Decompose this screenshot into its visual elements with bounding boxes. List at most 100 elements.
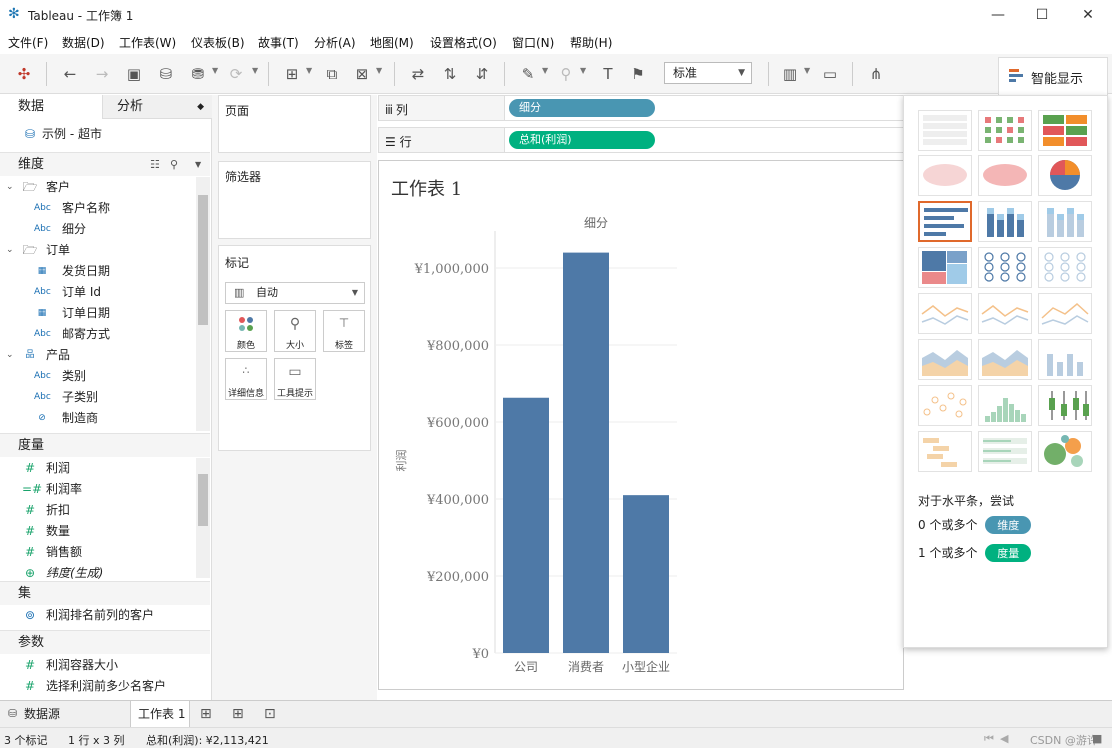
refresh-icon[interactable]: ⟳ [224,63,248,85]
redo-icon[interactable]: → [90,63,114,85]
show-me-side-by-side-circles-icon[interactable] [1038,247,1092,288]
menu-dashboard[interactable]: 仪表板(B) [191,34,245,51]
show-me-highlight-table-icon[interactable] [1038,110,1092,151]
menu-worksheet[interactable]: 工作表(W) [119,34,176,51]
color-button[interactable]: 颜色 [225,310,267,352]
group-members-icon[interactable]: ⚲ [554,63,578,85]
expand-icon[interactable]: ⌄ [6,345,14,366]
measure-field[interactable]: # 利润 [0,458,194,479]
measures-scrollbar[interactable] [196,458,210,578]
new-story-icon[interactable]: ⊡ [264,701,276,728]
show-me-area-continuous-icon[interactable] [918,339,972,380]
show-me-box-whisker-icon[interactable] [1038,385,1092,426]
presentation-mode-icon[interactable]: ▭ [818,63,842,85]
dimension-field[interactable]: Abc 订单 Id [0,282,194,303]
tooltip-button[interactable]: ▭ 工具提示 [274,358,316,400]
menu-story[interactable]: 故事(T) [258,34,299,51]
pause-updates-icon[interactable]: ⛃ [186,63,210,85]
param-item[interactable]: # 选择利润前多少名客户 [0,676,194,697]
new-dashboard-icon[interactable]: ⊞ [232,701,244,728]
fit-dropdown[interactable]: 标准 ▼ [664,62,752,84]
nav-prev-icon[interactable]: ◀ [1000,732,1008,745]
show-me-symbol-map-icon[interactable] [918,155,972,196]
tab-data[interactable]: 数据 [0,95,102,119]
menu-window[interactable]: 窗口(N) [512,34,554,51]
tab-sheet1[interactable]: 工作表 1 [130,701,190,728]
duplicate-icon[interactable]: ⧉ [320,63,344,85]
pages-card[interactable]: 页面 [218,95,371,153]
show-cards-icon[interactable]: ▥ [778,63,802,85]
measure-field[interactable]: # 数量 [0,521,194,542]
show-mark-labels-icon[interactable]: T [596,63,620,85]
measure-field[interactable]: ⊕ 纬度(生成) [0,563,194,584]
show-me-text-table-icon[interactable] [918,110,972,151]
pin-axes-icon[interactable]: ⚑ [626,63,650,85]
show-me-dual-lines-icon[interactable] [1038,293,1092,334]
show-me-area-discrete-icon[interactable] [978,339,1032,380]
minimize-button[interactable]: — [975,4,1021,26]
label-button[interactable]: ⊤ 标签 [323,310,365,352]
clear-sheet-icon[interactable]: ⊠ [350,63,374,85]
dimension-field[interactable]: ▦ 订单日期 [0,303,194,324]
tableau-home-icon[interactable]: ✣ [12,63,36,85]
tab-analytics[interactable]: 分析 ◆ [102,95,212,119]
show-me-horizontal-bars-icon[interactable] [918,201,972,242]
size-button[interactable]: ⚲ 大小 [274,310,316,352]
menu-analysis[interactable]: 分析(A) [314,34,356,51]
show-me-dual-combination-icon[interactable] [1038,339,1092,380]
datasource-item[interactable]: ⛁ 示例 - 超市 [0,124,200,145]
menu-map[interactable]: 地图(M) [370,34,414,51]
new-worksheet-icon[interactable]: ⊞ [280,63,304,85]
show-me-histogram-icon[interactable] [978,385,1032,426]
measure-field[interactable]: # 销售额 [0,542,194,563]
show-me-pie-chart-icon[interactable] [1038,155,1092,196]
columns-drop-area[interactable]: 细分 [504,96,904,120]
show-me-stacked-bars-icon[interactable] [978,201,1032,242]
show-me-line-discrete-icon[interactable] [978,293,1032,334]
show-me-packed-bubbles-icon[interactable] [1038,431,1092,472]
show-me-heat-map-icon[interactable] [978,110,1032,151]
show-me-filled-map-icon[interactable] [978,155,1032,196]
param-item[interactable]: # 利润容器大小 [0,655,194,676]
dimension-field[interactable]: Abc 邮寄方式 [0,324,194,345]
menu-file[interactable]: 文件(F) [8,34,48,51]
new-worksheet-icon[interactable]: ⊞ [200,701,212,728]
chevron-down-icon[interactable]: ▼ [195,153,201,177]
measure-field[interactable]: # 折扣 [0,500,194,521]
show-me-side-by-side-bars-icon[interactable] [1038,201,1092,242]
show-me-line-continuous-icon[interactable] [918,293,972,334]
show-me-bullet-graph-icon[interactable] [978,431,1032,472]
highlight-icon[interactable]: ✎ [516,63,540,85]
menu-format[interactable]: 设置格式(O) [430,34,497,51]
expand-icon[interactable]: ⌄ [6,177,14,198]
dimension-folder[interactable]: ⌄ 品 产品 [0,345,194,366]
dimension-field[interactable]: Abc 细分 [0,219,194,240]
dimension-folder[interactable]: ⌄ 🗁 订单 [0,240,194,261]
rows-drop-area[interactable]: 总和(利润) [504,128,904,152]
dimensions-scrollbar[interactable] [196,177,210,431]
dimension-field[interactable]: Abc 类别 [0,366,194,387]
dimension-folder[interactable]: ⌄ 🗁 客户 [0,177,194,198]
detail-button[interactable]: ∴ 详细信息 [225,358,267,400]
undo-icon[interactable]: ← [58,63,82,85]
dimension-field[interactable]: Abc 子类别 [0,387,194,408]
measure-field[interactable]: =# 利润率 [0,479,194,500]
expand-icon[interactable]: ⌄ [6,240,14,261]
save-icon[interactable]: ▣ [122,63,146,85]
nav-first-icon[interactable]: ⏮ [984,732,994,746]
filters-card[interactable]: 筛选器 [218,161,371,239]
tab-datasource[interactable]: ⛁ 数据源 [6,701,126,728]
dimension-field[interactable]: ▦ 发货日期 [0,261,194,282]
grid-view-icon[interactable]: ■ [1092,732,1102,745]
view-list-icon[interactable]: ☷ [150,153,160,177]
rows-pill[interactable]: 总和(利润) [509,131,655,149]
dimension-field[interactable]: ⊘ 制造商 [0,408,194,429]
show-me-scatter-plot-icon[interactable] [918,385,972,426]
show-me-gantt-chart-icon[interactable] [918,431,972,472]
swap-rows-columns-icon[interactable]: ⇄ [406,63,430,85]
sort-descending-icon[interactable]: ⇵ [470,63,494,85]
show-me-treemap-icon[interactable] [918,247,972,288]
menu-help[interactable]: 帮助(H) [570,34,612,51]
menu-data[interactable]: 数据(D) [62,34,105,51]
close-button[interactable]: ✕ [1065,4,1111,26]
